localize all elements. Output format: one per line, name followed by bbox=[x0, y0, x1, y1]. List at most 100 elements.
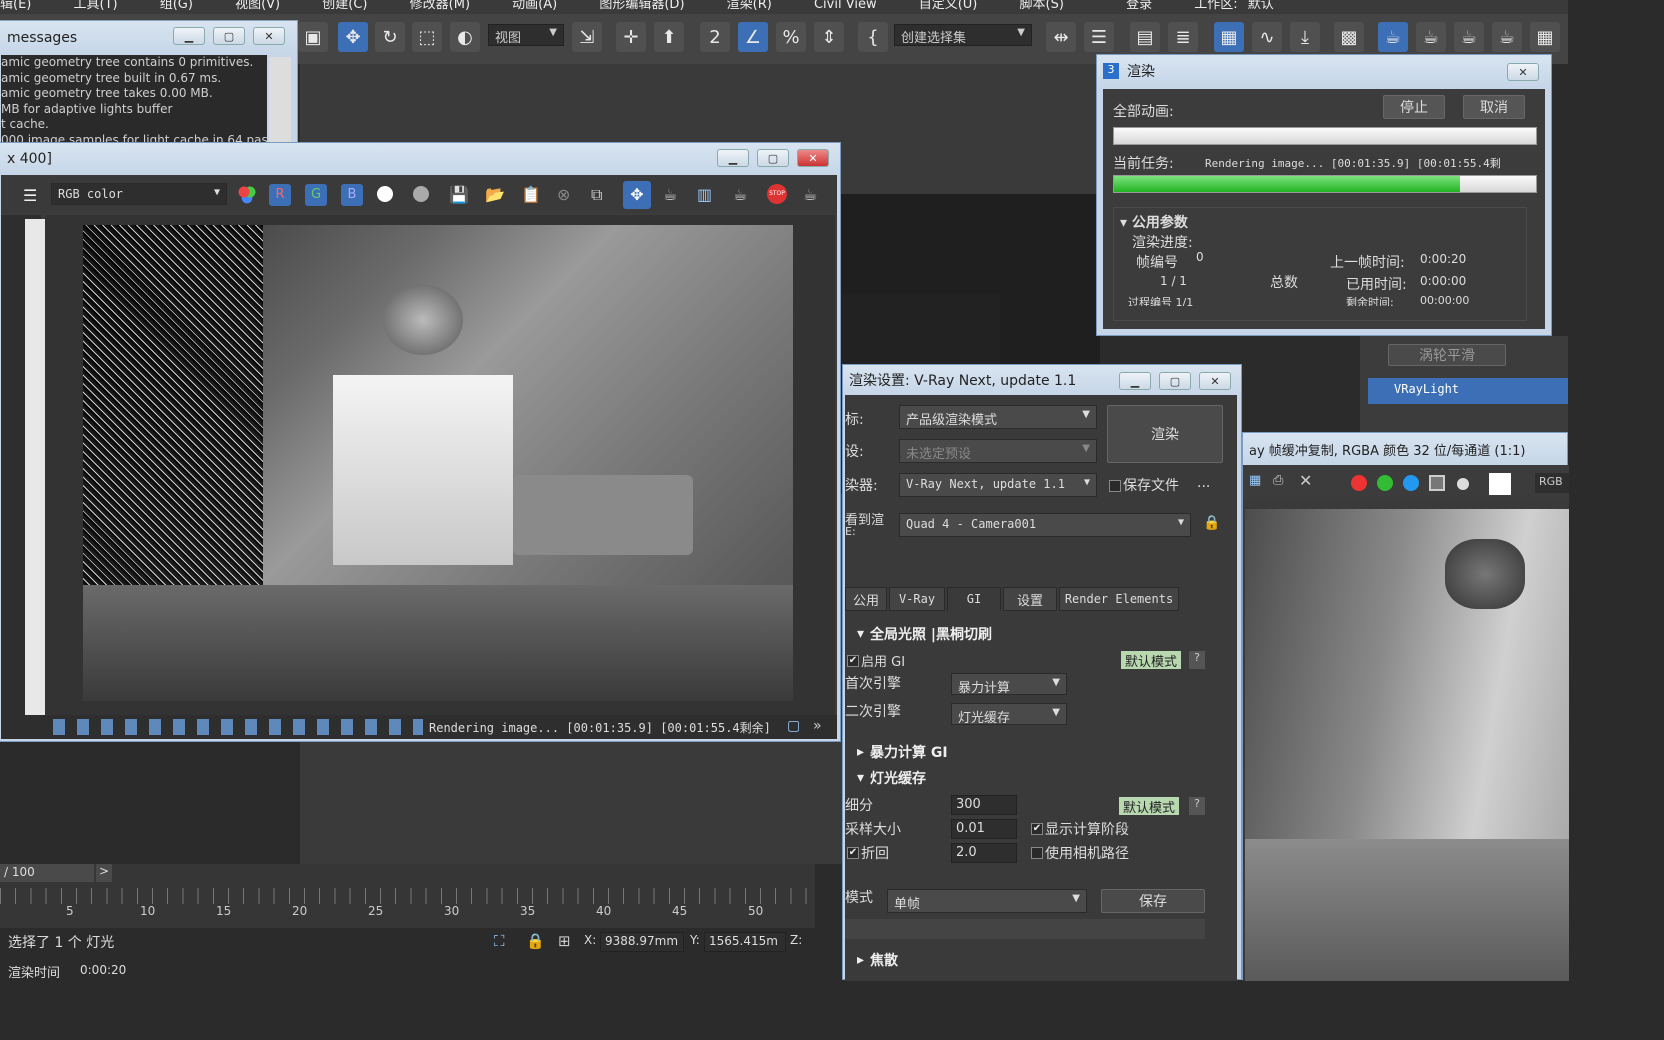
menu-customize[interactable]: 自定义(U) bbox=[919, 0, 978, 11]
save-icon[interactable]: 💾 bbox=[449, 185, 469, 204]
render-button[interactable]: 渲染 bbox=[1107, 405, 1223, 463]
vfb-copy-titlebar[interactable]: ay 帧缓冲复制, RGBA 颜色 32 位/每通道 (1:1) bbox=[1243, 433, 1567, 465]
menu-animation[interactable]: 动画(A) bbox=[512, 0, 557, 11]
named-selection-set[interactable]: 创建选择集 ▼ bbox=[894, 24, 1032, 46]
blue-channel-icon[interactable]: B bbox=[341, 184, 363, 206]
curve-editor-icon[interactable]: ∿ bbox=[1252, 22, 1282, 52]
use-camera-path-checkbox[interactable] bbox=[1031, 847, 1043, 859]
tab-common[interactable]: 公用 bbox=[845, 587, 887, 611]
light-cache-rollout-header[interactable]: ▾ 灯光缓存 bbox=[845, 765, 1217, 791]
snap-icon[interactable]: 2 bbox=[700, 22, 730, 52]
lock-icon[interactable]: 🔒 bbox=[1203, 515, 1220, 531]
enable-gi-checkbox[interactable]: ✔ bbox=[847, 655, 859, 667]
keyboard-shortcut-icon[interactable]: ⬆ bbox=[654, 22, 684, 52]
secondary-engine-select[interactable]: 灯光缓存 ▼ bbox=[951, 703, 1067, 725]
menu-icon[interactable]: ☰ bbox=[23, 186, 41, 205]
channel-select[interactable]: RGB color ▼ bbox=[51, 183, 227, 205]
angle-snap-icon[interactable]: ∠ bbox=[738, 22, 768, 52]
material-editor-icon[interactable]: ▩ bbox=[1334, 22, 1364, 52]
mirror-icon[interactable]: ⇹ bbox=[1046, 22, 1076, 52]
common-params-header[interactable]: ▾ 公用参数 bbox=[1120, 212, 1188, 232]
tab-render-elements[interactable]: Render Elements bbox=[1059, 587, 1179, 611]
render-production-icon[interactable]: ☕ bbox=[1454, 22, 1484, 52]
move-icon[interactable]: ✥ bbox=[338, 22, 368, 52]
vfb-status-icons[interactable] bbox=[53, 719, 423, 735]
load-icon[interactable]: 📂 bbox=[485, 185, 505, 204]
save-file-checkbox[interactable] bbox=[1109, 480, 1121, 492]
isolate-icon[interactable]: ⛶ bbox=[494, 932, 505, 950]
minimize-icon[interactable]: ▁ bbox=[717, 149, 749, 167]
channel-select[interactable]: RGB bbox=[1535, 473, 1569, 493]
lc-file-field[interactable] bbox=[845, 919, 1205, 939]
turbosmooth-button[interactable]: 涡轮平滑 bbox=[1388, 344, 1506, 366]
cancel-button[interactable]: 取消 bbox=[1463, 95, 1525, 119]
layer-manager-icon[interactable]: ▤ bbox=[1130, 22, 1160, 52]
menu-rendering[interactable]: 渲染(R) bbox=[727, 0, 772, 11]
spinner-snap-icon[interactable]: ⇕ bbox=[814, 22, 844, 52]
mono-icon[interactable] bbox=[413, 186, 429, 202]
retrace-checkbox[interactable]: ✔ bbox=[847, 847, 859, 859]
close-icon[interactable]: ✕ bbox=[1507, 63, 1539, 81]
percent-snap-icon[interactable]: % bbox=[776, 22, 806, 52]
menu-create[interactable]: 创建(C) bbox=[322, 0, 367, 11]
lc-default-mode-button[interactable]: 默认模式 bbox=[1119, 797, 1180, 816]
absolute-mode-icon[interactable]: ⊞ bbox=[558, 932, 571, 950]
clipboard-icon[interactable]: 📋 bbox=[521, 185, 541, 204]
lc-save-button[interactable]: 保存 bbox=[1101, 889, 1205, 913]
menu-civil-view[interactable]: Civil View bbox=[814, 0, 877, 11]
close-icon[interactable]: ✕ bbox=[253, 27, 285, 45]
green-channel-icon[interactable]: G bbox=[305, 184, 327, 206]
save-icon[interactable]: ▦ bbox=[1249, 473, 1261, 488]
x-coordinate-field[interactable]: 9388.97mm bbox=[600, 932, 684, 952]
timeline[interactable]: / 100 > 5 10 15 20 25 30 35 40 45 50 bbox=[0, 864, 815, 928]
vfb-titlebar[interactable]: x 400] bbox=[0, 143, 840, 175]
maximize-icon[interactable]: ▢ bbox=[757, 149, 789, 167]
close-icon[interactable]: ✕ bbox=[1199, 372, 1231, 390]
maximize-icon[interactable]: ▢ bbox=[1159, 372, 1191, 390]
view-select[interactable]: Quad 4 - Camera001 ▼ bbox=[899, 513, 1191, 537]
clear-icon[interactable]: ⊗ bbox=[557, 185, 570, 204]
scene-explorer-icon[interactable]: ≣ bbox=[1168, 22, 1198, 52]
menu-scripting[interactable]: 脚本(S) bbox=[1020, 0, 1064, 11]
menu-modifiers[interactable]: 修改器(M) bbox=[410, 0, 470, 11]
render-progress-titlebar[interactable]: 3 渲染 bbox=[1097, 55, 1551, 87]
preset-select[interactable]: 未选定预设 ▼ bbox=[899, 439, 1097, 463]
reference-coord-select[interactable]: 视图 ▼ bbox=[488, 24, 564, 46]
messages-scrollbar[interactable] bbox=[269, 57, 291, 145]
schematic-view-icon[interactable]: ⤓ bbox=[1290, 22, 1320, 52]
lc-help-icon[interactable]: ? bbox=[1189, 797, 1205, 815]
stop-icon[interactable]: STOP bbox=[767, 184, 787, 204]
show-calc-checkbox[interactable]: ✔ bbox=[1031, 823, 1043, 835]
y-coordinate-field[interactable]: 1565.415m bbox=[704, 932, 786, 952]
select-object-icon[interactable]: ◐ bbox=[450, 22, 480, 52]
save-file-browse[interactable]: ... bbox=[1197, 475, 1210, 491]
red-channel-icon[interactable]: R bbox=[269, 184, 291, 206]
select-region-icon[interactable]: ▣ bbox=[298, 22, 328, 52]
print-icon[interactable]: ⎙ bbox=[1273, 473, 1283, 488]
duplicate-icon[interactable]: ⧉ bbox=[591, 185, 602, 205]
vfb-copy-image[interactable] bbox=[1245, 509, 1569, 981]
compare-icon[interactable]: ▥ bbox=[697, 185, 712, 204]
expand-icon[interactable]: » bbox=[813, 718, 822, 734]
workspace-value[interactable]: 默认 bbox=[1248, 0, 1274, 11]
align-icon[interactable]: ☰ bbox=[1084, 22, 1114, 52]
default-mode-button[interactable]: 默认模式 bbox=[1121, 651, 1182, 670]
edit-named-selection-icon[interactable]: { bbox=[858, 22, 888, 52]
rotate-icon[interactable]: ↻ bbox=[375, 22, 405, 52]
select-manipulate-icon[interactable]: ✛ bbox=[616, 22, 646, 52]
red-channel-icon[interactable] bbox=[1351, 475, 1367, 491]
next-frame-icon[interactable]: > bbox=[96, 864, 112, 882]
mode-select[interactable]: 单帧 ▼ bbox=[887, 889, 1087, 913]
menu-group[interactable]: 组(G) bbox=[160, 0, 193, 11]
mono-icon[interactable] bbox=[1457, 478, 1469, 490]
login-menu[interactable]: 登录 bbox=[1126, 0, 1152, 11]
blue-channel-icon[interactable] bbox=[1403, 475, 1419, 491]
modifier-stack[interactable]: VRayLight bbox=[1368, 378, 1568, 404]
region-render-icon[interactable]: ☕ bbox=[663, 185, 677, 204]
stop-button[interactable]: 停止 bbox=[1383, 95, 1445, 119]
render-iterative-icon[interactable]: ☕ bbox=[1492, 22, 1522, 52]
vfb-panel-icon[interactable]: ▢ bbox=[787, 718, 800, 734]
tab-gi[interactable]: GI bbox=[947, 587, 1001, 611]
pivot-icon[interactable]: ⇲ bbox=[572, 22, 602, 52]
clear-icon[interactable]: ✕ bbox=[1299, 471, 1312, 490]
